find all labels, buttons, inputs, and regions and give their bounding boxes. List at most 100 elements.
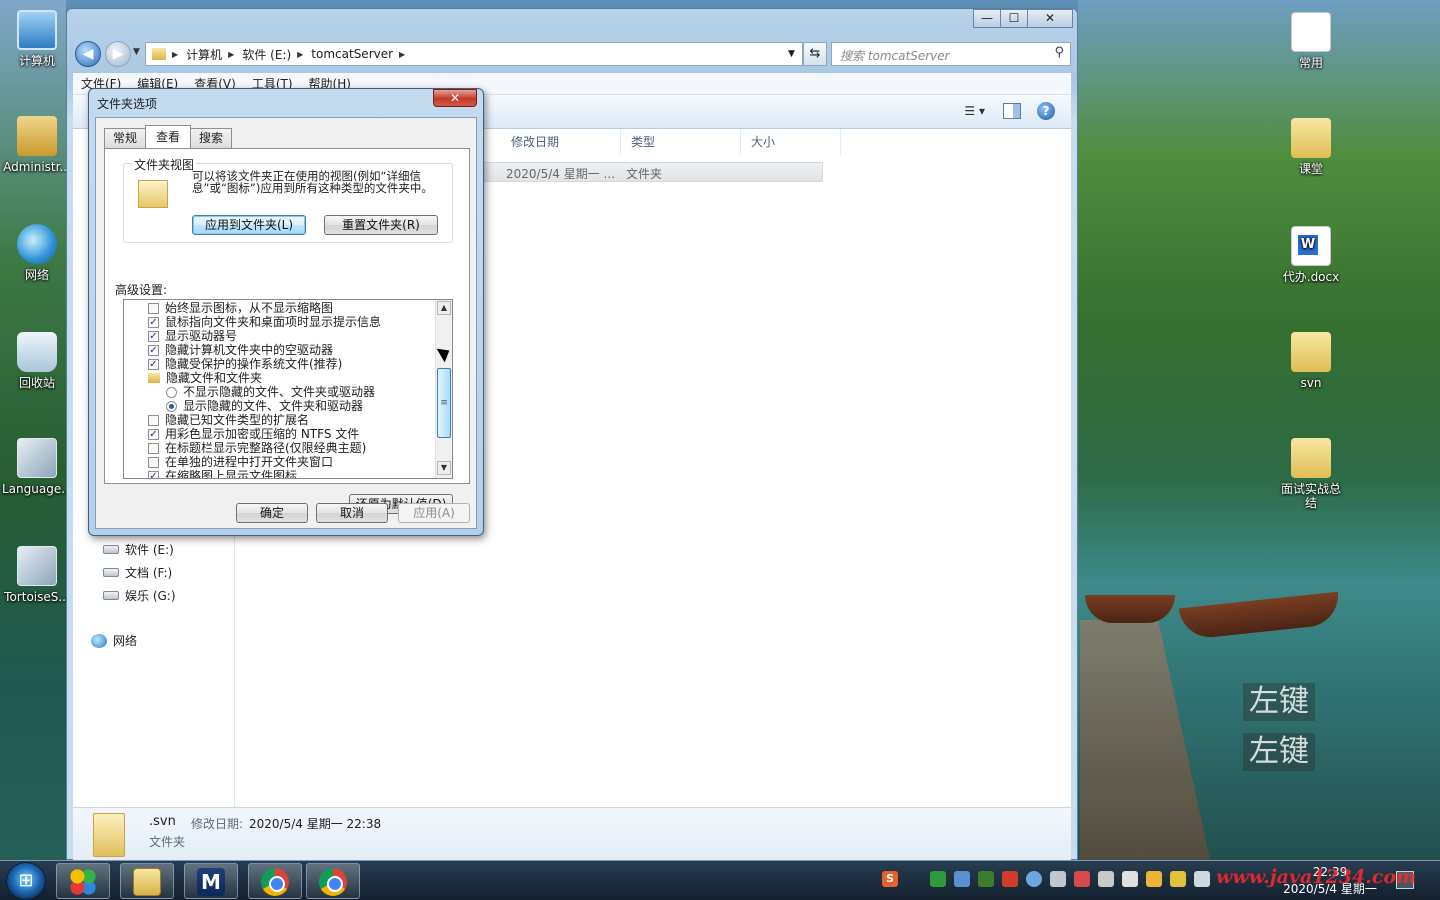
radio-button[interactable] — [166, 386, 177, 398]
settings-scrollbar[interactable]: ▲ ≡ ▼ — [435, 300, 452, 478]
checkbox-checked[interactable]: ✓ — [148, 330, 159, 342]
taskbar-app-m[interactable]: M — [184, 863, 238, 899]
checkbox-checked[interactable]: ✓ — [148, 358, 159, 370]
checkbox-checked[interactable]: ✓ — [148, 344, 159, 356]
desktop-icon-recycle-bin[interactable]: 回收站 — [2, 332, 72, 390]
reset-folders-button[interactable]: 重置文件夹(R) — [324, 215, 438, 235]
thermometer-icon[interactable] — [1050, 871, 1066, 887]
breadcrumb-separator[interactable]: ▶ — [399, 50, 405, 59]
app-tray-icon[interactable] — [1002, 871, 1018, 887]
column-header-modified[interactable]: 修改日期 — [501, 129, 621, 155]
ok-button[interactable]: 确定 — [236, 503, 308, 523]
setting-separate-process[interactable]: 在单独的进程中打开文件夹窗口 — [148, 455, 333, 469]
checkbox[interactable] — [148, 456, 159, 468]
desktop-icon-interview-summary[interactable]: 面试实战总结 — [1276, 438, 1346, 510]
breadcrumb-separator[interactable]: ▶ — [297, 50, 303, 59]
desktop-icon-label: 计算机 — [18, 54, 55, 68]
help-button[interactable]: ? — [1037, 102, 1055, 120]
app-tray-icon[interactable] — [1146, 871, 1162, 887]
setting-show-hidden[interactable]: 显示隐藏的文件、文件夹和驱动器 — [166, 399, 363, 413]
network-tray-icon[interactable] — [954, 871, 970, 887]
dialog-close-button[interactable]: ✕ — [433, 89, 477, 107]
taskbar-app-explorer[interactable] — [120, 863, 174, 899]
checkbox[interactable] — [148, 442, 159, 454]
ime-icon[interactable]: S — [882, 871, 898, 887]
taskbar-app-chrome-2[interactable] — [306, 863, 360, 899]
desktop-icon-computer[interactable]: 计算机 — [2, 10, 72, 68]
advanced-settings-list[interactable]: 始终显示图标，从不显示缩略图 ✓ 鼠标指向文件夹和桌面项时显示提示信息 ✓ 显示… — [123, 299, 453, 479]
search-icon[interactable]: ⚲ — [1054, 45, 1064, 60]
radio-button-selected[interactable] — [166, 400, 177, 412]
minimize-button[interactable]: — — [973, 9, 1001, 28]
app-tray-icon[interactable] — [1098, 871, 1114, 887]
breadcrumb-separator[interactable]: ▶ — [228, 50, 234, 59]
setting-hide-extensions[interactable]: 隐藏已知文件类型的扩展名 — [148, 413, 309, 427]
security-icon[interactable] — [930, 871, 946, 887]
breadcrumb-computer[interactable]: 计算机 — [186, 46, 222, 63]
setting-always-show-icons[interactable]: 始终显示图标，从不显示缩略图 — [148, 301, 333, 315]
checkbox-checked[interactable]: ✓ — [148, 470, 159, 478]
setting-hide-empty-drives[interactable]: ✓ 隐藏计算机文件夹中的空驱动器 — [148, 343, 333, 357]
setting-show-popup-description[interactable]: ✓ 鼠标指向文件夹和桌面项时显示提示信息 — [148, 315, 381, 329]
setting-file-icon-thumbnails[interactable]: ✓ 在缩略图上显示文件图标 — [148, 469, 297, 478]
app-tray-icon[interactable] — [1074, 871, 1090, 887]
desktop-icon-language[interactable]: Language... — [2, 438, 73, 496]
close-button[interactable]: ✕ — [1027, 9, 1073, 28]
nav-item-network[interactable]: 网络 — [91, 632, 137, 649]
column-header-size[interactable]: 大小 — [741, 129, 841, 155]
scroll-down-button[interactable]: ▼ — [437, 461, 451, 475]
address-bar[interactable]: ▶ 计算机 ▶ 软件 (E:) ▶ tomcatServer ▶ — [145, 42, 823, 66]
desktop-icon-network[interactable]: 网络 — [2, 224, 72, 282]
start-button[interactable]: ⊞ — [6, 862, 46, 900]
checkbox[interactable] — [148, 302, 159, 314]
breadcrumb-drive-e[interactable]: 软件 (E:) — [242, 46, 291, 63]
setting-label: 隐藏计算机文件夹中的空驱动器 — [165, 343, 334, 357]
checkbox-checked[interactable]: ✓ — [148, 428, 159, 440]
desktop-icon-daiban-docx[interactable]: 代办.docx — [1276, 226, 1346, 284]
tab-search[interactable]: 搜索 — [190, 128, 233, 148]
address-dropdown-button[interactable]: ▼ — [781, 42, 803, 66]
taskbar-app-chrome[interactable] — [248, 863, 302, 899]
breadcrumb-tomcatserver[interactable]: tomcatServer — [311, 47, 393, 61]
nav-item-drive-f[interactable]: 文档 (F:) — [103, 564, 172, 581]
setting-show-drive-letters[interactable]: ✓ 显示驱动器号 — [148, 329, 237, 343]
volume-icon[interactable] — [1194, 871, 1210, 887]
forward-button[interactable]: ▶ — [105, 41, 131, 67]
nvidia-icon[interactable] — [978, 871, 994, 887]
nav-item-drive-g[interactable]: 娱乐 (G:) — [103, 587, 176, 604]
setting-label: 显示驱动器号 — [165, 329, 238, 343]
checkbox[interactable] — [148, 414, 159, 426]
desktop-icon-svn[interactable]: svn — [1276, 332, 1346, 390]
maximize-button[interactable]: ☐ — [1000, 9, 1028, 28]
desktop-icon-label: TortoiseS... — [4, 590, 70, 604]
search-input[interactable]: 搜索 tomcatServer ⚲ — [831, 42, 1071, 66]
desktop-icon-ketang[interactable]: 课堂 — [1276, 118, 1346, 176]
checkbox-checked[interactable]: ✓ — [148, 316, 159, 328]
tab-view[interactable]: 查看 — [145, 125, 192, 148]
view-options-button[interactable]: ☰ ▾ — [964, 104, 985, 118]
taskbar-app-launcher[interactable] — [56, 863, 110, 899]
setting-color-ntfs[interactable]: ✓ 用彩色显示加密或压缩的 NTFS 文件 — [148, 427, 359, 441]
recent-pages-dropdown[interactable]: ▼ — [133, 47, 140, 57]
desktop-icon-administrator[interactable]: Administr... — [2, 116, 72, 174]
app-tray-icon[interactable] — [1170, 871, 1186, 887]
refresh-button[interactable]: ⇆ — [803, 42, 827, 66]
tab-general[interactable]: 常规 — [104, 128, 147, 148]
desktop-icon-tortoise[interactable]: TortoiseS... — [2, 546, 72, 604]
nav-item-drive-e[interactable]: 软件 (E:) — [103, 541, 174, 558]
bluetooth-icon[interactable] — [1026, 871, 1042, 887]
scroll-up-button[interactable]: ▲ — [437, 301, 451, 315]
back-button[interactable]: ◀ — [75, 41, 101, 67]
cancel-button[interactable]: 取消 — [316, 503, 388, 523]
apply-to-folders-button[interactable]: 应用到文件夹(L) — [192, 215, 306, 235]
desktop-icon-changyong[interactable]: 常用 — [1276, 12, 1346, 70]
device-icon[interactable] — [1122, 871, 1138, 887]
computer-icon — [17, 10, 57, 50]
setting-hide-protected-os-files[interactable]: ✓ 隐藏受保护的操作系统文件(推荐) — [148, 357, 342, 371]
setting-dont-show-hidden[interactable]: 不显示隐藏的文件、文件夹或驱动器 — [166, 385, 375, 399]
scroll-thumb[interactable]: ≡ — [437, 368, 451, 438]
apply-button[interactable]: 应用(A) — [398, 503, 470, 523]
setting-full-path-title[interactable]: 在标题栏显示完整路径(仅限经典主题) — [148, 441, 366, 455]
column-header-type[interactable]: 类型 — [621, 129, 741, 155]
preview-pane-button[interactable] — [1003, 103, 1021, 119]
